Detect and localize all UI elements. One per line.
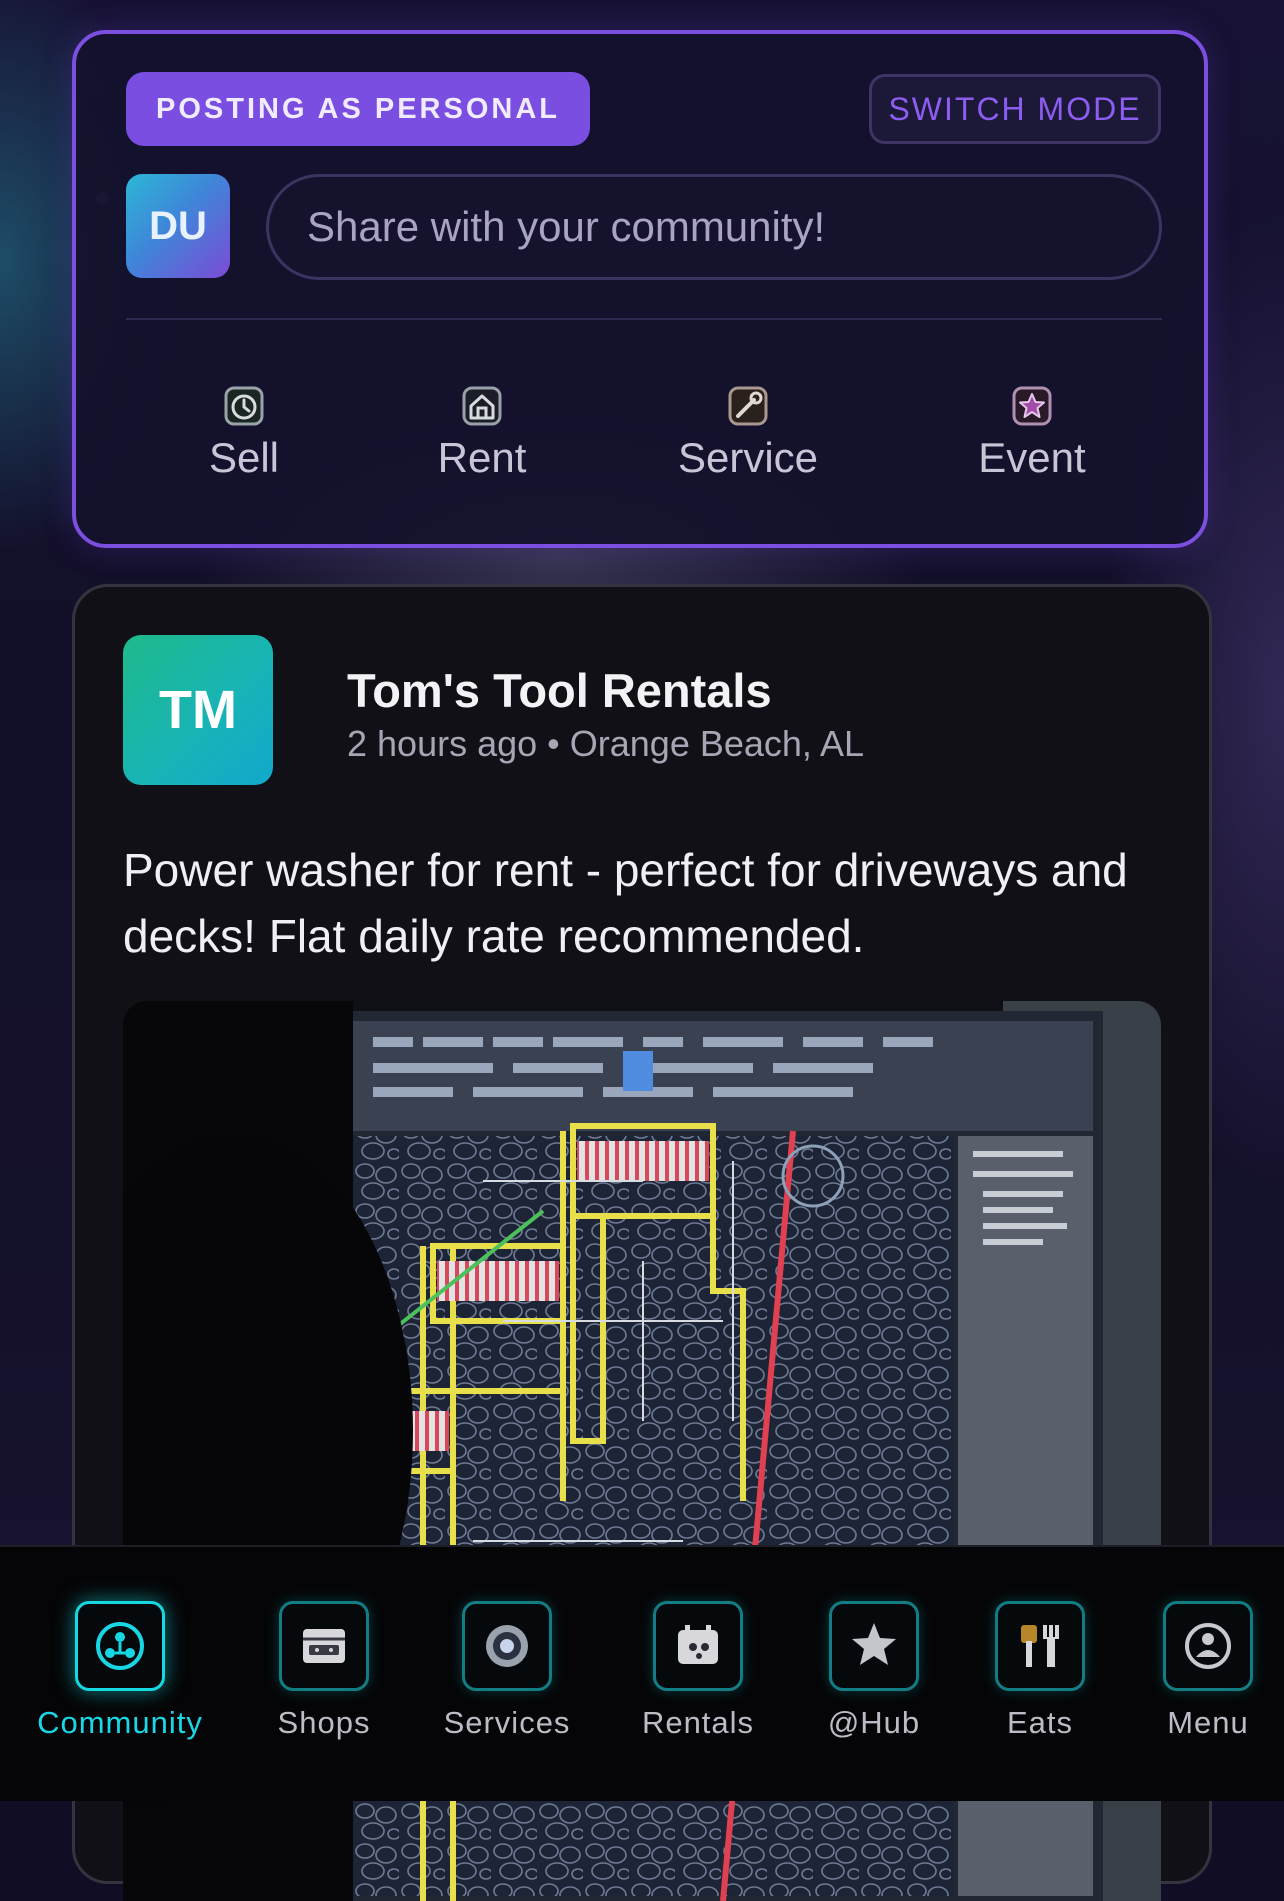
nav-eats-label: Eats: [1006, 1705, 1074, 1740]
sell-button[interactable]: Sell: [144, 386, 344, 486]
home-icon: [462, 386, 502, 426]
nav-services[interactable]: Services: [417, 1601, 597, 1751]
nav-rentals-label: Rentals: [641, 1705, 755, 1740]
nav-hub-label: @Hub: [827, 1705, 921, 1740]
nav-services-label: Services: [443, 1705, 571, 1740]
author-avatar[interactable]: TM: [123, 635, 273, 785]
user-avatar[interactable]: DU: [126, 174, 230, 278]
post-location: Orange Beach, AL: [569, 723, 864, 764]
nav-hub[interactable]: @Hub: [784, 1601, 964, 1751]
switch-mode-button[interactable]: SWITCH MODE: [869, 74, 1161, 144]
nav-rentals[interactable]: Rentals: [608, 1601, 788, 1751]
menu-icon: [1163, 1601, 1253, 1691]
post-author[interactable]: Tom's Tool Rentals: [347, 663, 772, 718]
nav-community-label: Community: [37, 1705, 203, 1740]
sell-label: Sell: [208, 434, 280, 481]
post-composer: POSTING AS PERSONAL SWITCH MODE DU Sell …: [72, 30, 1208, 548]
clock-icon: [224, 386, 264, 426]
posting-mode-badge: POSTING AS PERSONAL: [126, 72, 590, 146]
meta-separator: •: [547, 723, 560, 764]
services-icon: [462, 1601, 552, 1691]
event-button[interactable]: Event: [932, 386, 1132, 486]
star-icon: [1012, 386, 1052, 426]
bottom-nav: Community Shops Services Rentals @Hub Ea…: [0, 1545, 1284, 1801]
nav-shops[interactable]: Shops: [234, 1601, 414, 1751]
nav-menu-label: Menu: [1167, 1705, 1249, 1740]
post-body: Power washer for rent - perfect for driv…: [123, 844, 1128, 962]
post-meta: 2 hours ago • Orange Beach, AL: [347, 723, 864, 765]
rent-button[interactable]: Rent: [382, 386, 582, 486]
nav-community[interactable]: Community: [30, 1601, 210, 1751]
post-time: 2 hours ago: [347, 723, 538, 764]
nav-eats[interactable]: Eats: [950, 1601, 1130, 1751]
share-input[interactable]: [266, 174, 1162, 280]
nav-shops-label: Shops: [277, 1705, 371, 1740]
event-label: Event: [978, 434, 1086, 481]
utensils-icon: [995, 1601, 1085, 1691]
tools-icon: [728, 386, 768, 426]
service-button[interactable]: Service: [648, 386, 848, 486]
rent-label: Rent: [437, 434, 527, 481]
rentals-icon: [653, 1601, 743, 1691]
nav-menu[interactable]: Menu: [1118, 1601, 1284, 1751]
service-label: Service: [677, 434, 819, 481]
star-icon: [829, 1601, 919, 1691]
community-icon: [75, 1601, 165, 1691]
shop-icon: [279, 1601, 369, 1691]
composer-divider: [126, 318, 1162, 320]
